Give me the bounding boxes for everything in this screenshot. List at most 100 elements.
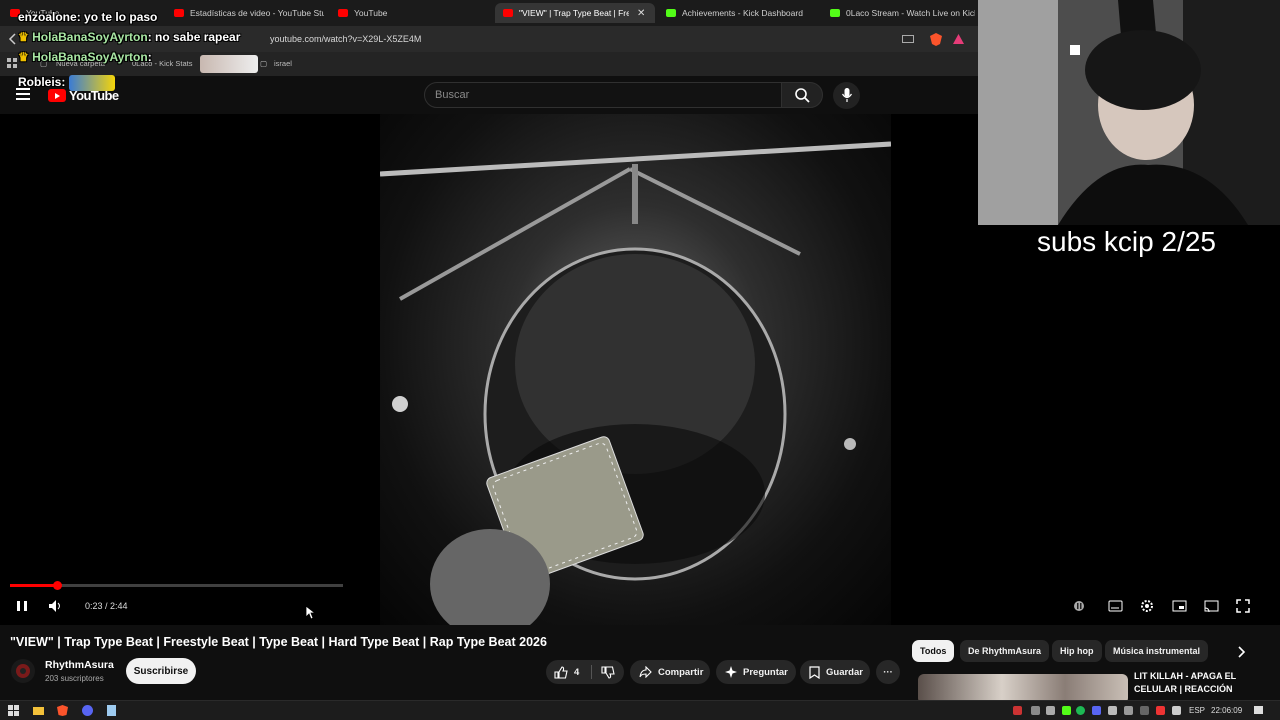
tab-kick-dashboard[interactable]: Achievements - Kick Dashboard (666, 3, 821, 23)
search-button[interactable] (781, 82, 823, 108)
notepad-icon[interactable] (106, 705, 117, 716)
tray-app-icon[interactable] (1108, 706, 1117, 715)
more-dots-icon: ··· (883, 666, 893, 678)
search-box (424, 82, 782, 108)
share-arrow-icon (639, 666, 652, 678)
tab-label: YouTube (354, 8, 388, 18)
bookmark-thumbnail[interactable] (200, 55, 258, 73)
settings-gear-icon[interactable] (1140, 599, 1156, 613)
brave-browser-icon[interactable] (57, 705, 68, 716)
fullscreen-icon[interactable] (1236, 599, 1252, 613)
back-arrow-icon[interactable] (8, 33, 18, 45)
save-label: Guardar (826, 666, 863, 678)
tray-app-icon[interactable] (1013, 706, 1022, 715)
thumbs-up-icon[interactable] (554, 665, 568, 679)
helicopter-image-icon (380, 141, 891, 625)
progress-fill (10, 584, 57, 587)
close-tab-icon[interactable]: ✕ (637, 8, 645, 19)
mouse-cursor-icon (305, 605, 315, 620)
more-actions-button[interactable]: ··· (876, 660, 900, 684)
cast-icon[interactable] (1204, 599, 1220, 613)
chip-instrumental[interactable]: Música instrumental (1105, 640, 1209, 662)
youtube-favicon-icon (174, 9, 184, 17)
chat-user: Robleis (18, 75, 62, 90)
ask-button[interactable]: Preguntar (716, 660, 796, 684)
screen-cast-icon[interactable] (902, 35, 914, 44)
miniplayer-icon[interactable] (1172, 599, 1188, 613)
channel-avatar[interactable] (11, 659, 35, 683)
bookmark-icon (809, 665, 820, 679)
file-explorer-icon[interactable] (33, 705, 44, 716)
time-display: 0:23 / 2:44 (85, 601, 128, 611)
subs-goal-overlay: subs kcip 2/25 (1037, 226, 1216, 257)
youtube-header: YouTube (0, 76, 978, 114)
chat-user: enzoalone (18, 10, 77, 24)
chat-text: : no sabe rapear (147, 30, 241, 44)
chat-emote-icon (68, 75, 115, 91)
streamer-webcam (978, 0, 1280, 225)
chat-text: : (61, 75, 66, 90)
pause-icon[interactable] (15, 599, 31, 613)
tray-app-icon[interactable] (1046, 706, 1055, 715)
tab-youtube-studio[interactable]: Estadísticas de video - YouTube Studio (174, 3, 324, 23)
subscriber-count: 203 suscriptores (45, 674, 104, 683)
notifications-icon[interactable] (1253, 705, 1264, 716)
discord-icon[interactable] (82, 705, 93, 716)
tray-volume-icon[interactable] (1172, 706, 1181, 715)
voice-search-button[interactable] (833, 82, 860, 109)
chip-all[interactable]: Todos (912, 640, 955, 662)
chevron-right-icon[interactable] (1237, 645, 1247, 659)
bookmark-israel[interactable]: israel (274, 59, 292, 68)
scrubber-handle[interactable] (52, 581, 62, 590)
tray-spotify-icon[interactable] (1076, 706, 1085, 715)
language-indicator[interactable]: ESP (1189, 706, 1205, 715)
sparkle-icon (725, 666, 737, 678)
chat-user: HolaBanaSoyAyrton (32, 30, 148, 44)
tray-kick-icon[interactable] (1062, 706, 1071, 715)
ask-label: Preguntar (743, 666, 788, 678)
recommended-video-title[interactable]: LIT KILLAH - APAGA EL CELULAR | REACCIÓN (1134, 670, 1254, 696)
tab-label: 0Laco Stream - Watch Live on Kick (846, 8, 975, 18)
tray-app-icon[interactable] (1156, 706, 1165, 715)
volume-icon[interactable] (48, 599, 64, 613)
chat-message: Robleis: (18, 75, 115, 91)
crown-badge-icon: ♛ (18, 30, 29, 44)
progress-bar[interactable] (10, 581, 343, 590)
tray-app-icon[interactable] (1031, 706, 1040, 715)
thumbs-down-icon[interactable] (601, 665, 615, 679)
tab-youtube-2[interactable]: YouTube (338, 3, 488, 23)
windows-start-icon[interactable] (8, 705, 19, 716)
tab-kick-stream[interactable]: 0Laco Stream - Watch Live on Kick (830, 3, 975, 23)
system-clock[interactable]: 22:06:09 (1211, 706, 1242, 715)
youtube-favicon-icon (503, 9, 513, 17)
tab-label: "VIEW" | Trap Type Beat | Freestyle Beat (519, 8, 629, 18)
subscribe-button[interactable]: Suscribirse (126, 658, 196, 684)
save-button[interactable]: Guardar (800, 660, 870, 684)
like-dislike-group: 4 (546, 660, 624, 684)
subtitles-icon[interactable] (1108, 599, 1124, 613)
tray-network-icon[interactable] (1140, 706, 1149, 715)
url-text[interactable]: youtube.com/watch?v=X29L-X5ZE4M (270, 34, 421, 44)
brave-shield-icon[interactable] (930, 33, 942, 46)
tray-app-icon[interactable] (1124, 706, 1133, 715)
chat-text: : yo te lo paso (76, 10, 158, 24)
crown-badge-icon: ♛ (18, 50, 29, 64)
chip-hip-hop[interactable]: Hip hop (1052, 640, 1102, 662)
apps-grid-icon[interactable] (7, 58, 18, 69)
tab-active-video[interactable]: "VIEW" | Trap Type Beat | Freestyle Beat… (495, 3, 655, 23)
tab-label: Estadísticas de video - YouTube Studio (190, 8, 324, 18)
avatar-icon (16, 664, 30, 678)
windows-taskbar: ESP 22:06:09 (0, 700, 1280, 720)
share-label: Compartir (658, 666, 704, 678)
autoplay-toggle-icon[interactable] (1072, 599, 1088, 613)
search-input[interactable] (435, 87, 765, 103)
search-icon (795, 88, 810, 103)
share-button[interactable]: Compartir (630, 660, 710, 684)
microphone-icon (842, 88, 852, 102)
tray-discord-icon[interactable] (1092, 706, 1101, 715)
chip-from-channel[interactable]: De RhythmAsura (960, 640, 1050, 662)
channel-name[interactable]: RhythmAsura (45, 659, 114, 671)
rewards-triangle-icon[interactable] (953, 34, 964, 44)
chat-text: : (147, 50, 152, 64)
like-count: 4 (574, 666, 580, 678)
